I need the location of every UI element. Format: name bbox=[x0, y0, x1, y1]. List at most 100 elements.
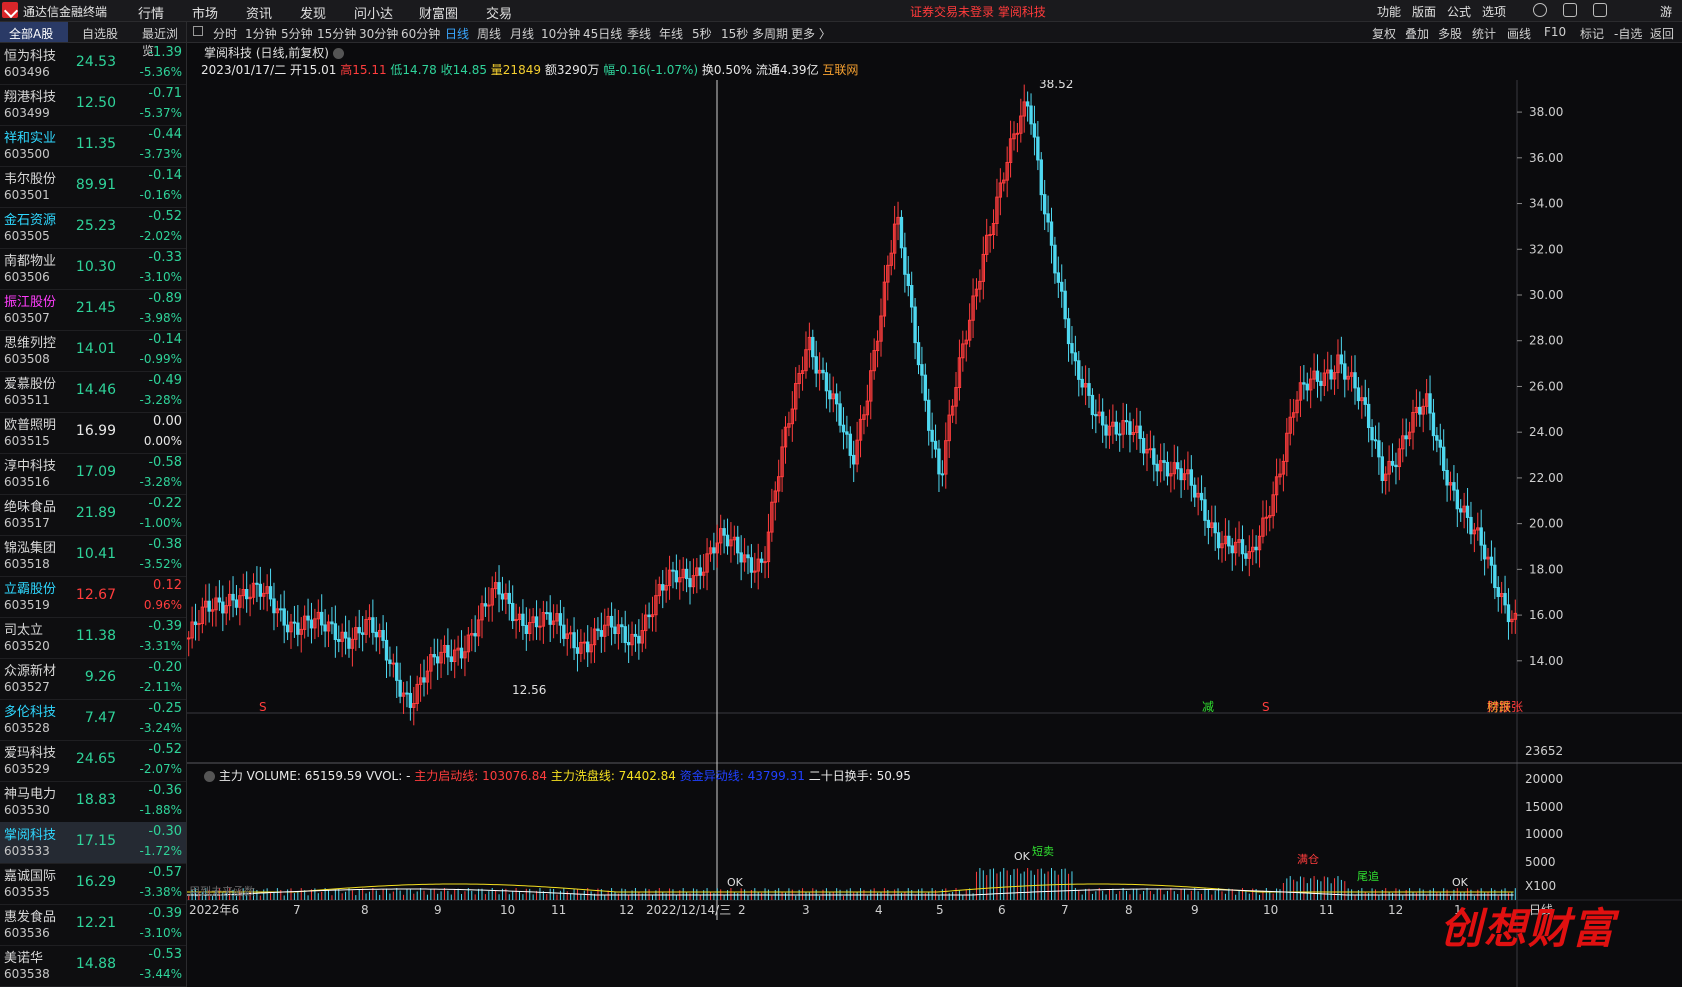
stock-row[interactable]: 掌阅科技 603533 17.15 -0.30 -1.72% bbox=[0, 822, 186, 864]
chart-title[interactable]: 掌阅科技 (日线,前复权) bbox=[204, 44, 344, 61]
stock-row[interactable]: 神马电力 603530 18.83 -0.36 -1.88% bbox=[0, 781, 186, 823]
tool-item[interactable]: 返回 bbox=[1650, 25, 1674, 42]
menu-banmian[interactable]: 版面 bbox=[1412, 3, 1436, 20]
candle-body bbox=[388, 659, 392, 665]
stock-code: 603517 bbox=[4, 516, 50, 530]
phone-icon[interactable] bbox=[1563, 3, 1577, 17]
time-axis-label: 11 bbox=[1319, 903, 1334, 917]
stock-row[interactable]: 司太立 603520 11.38 -0.39 -3.31% bbox=[0, 617, 186, 659]
candle-body bbox=[1087, 383, 1091, 396]
stock-row[interactable]: 淳中科技 603516 17.09 -0.58 -3.28% bbox=[0, 453, 186, 495]
menu-shichang[interactable]: 市场 bbox=[192, 3, 218, 22]
stock-row[interactable]: 思维列控 603508 14.01 -0.14 -0.99% bbox=[0, 330, 186, 372]
period-item[interactable]: 1分钟 bbox=[245, 25, 277, 42]
period-item[interactable]: 季线 bbox=[627, 25, 651, 42]
stock-row[interactable]: 美诺华 603538 14.88 -0.53 -3.44% bbox=[0, 945, 186, 987]
period-item[interactable]: 15分钟 bbox=[317, 25, 356, 42]
stock-row[interactable]: 爱玛科技 603529 24.65 -0.52 -2.07% bbox=[0, 740, 186, 782]
period-item[interactable]: 月线 bbox=[510, 25, 534, 42]
tool-item[interactable]: 标记 bbox=[1580, 25, 1604, 42]
stock-row[interactable]: 众源新材 603527 9.26 -0.20 -2.11% bbox=[0, 658, 186, 700]
candle-body bbox=[1390, 460, 1395, 466]
menu-zixun[interactable]: 资讯 bbox=[246, 3, 272, 22]
candle-body bbox=[309, 619, 314, 629]
stock-name: 爱玛科技 bbox=[4, 746, 57, 761]
candle-body bbox=[824, 372, 829, 392]
tool-item[interactable]: -自选 bbox=[1614, 25, 1642, 42]
menu-hangqing[interactable]: 行情 bbox=[138, 3, 164, 22]
stock-row[interactable]: 锦泓集团 603518 10.41 -0.38 -3.52% bbox=[0, 535, 186, 577]
period-item[interactable]: 30分钟 bbox=[359, 25, 398, 42]
chevron-down-icon[interactable] bbox=[332, 48, 344, 59]
stock-row[interactable]: 立霸股份 603519 12.67 0.12 0.96% bbox=[0, 576, 186, 618]
stock-change: -0.30 bbox=[148, 824, 182, 839]
menu-wenxiaoda[interactable]: 问小达 bbox=[354, 3, 393, 22]
stock-list-tabs: 全部A股 自选股 最近浏览 bbox=[0, 22, 186, 58]
stock-name: 司太立 bbox=[4, 623, 44, 638]
tool-item[interactable]: 统计 bbox=[1472, 25, 1496, 42]
period-item[interactable]: 45日线 bbox=[583, 25, 622, 42]
quote-low: 低14.78 bbox=[390, 63, 437, 77]
tab-watchlist[interactable]: 自选股 bbox=[82, 25, 118, 42]
stock-row[interactable]: 振江股份 603507 21.45 -0.89 -3.98% bbox=[0, 289, 186, 331]
period-item[interactable]: 5秒 bbox=[692, 25, 712, 42]
period-item[interactable]: 10分钟 bbox=[541, 25, 580, 42]
tool-item[interactable]: F10 bbox=[1544, 25, 1566, 39]
indicator-line: 主力 VOLUME: 65159.59 VVOL: - 主力启动线: 10307… bbox=[204, 767, 911, 784]
indicator-name[interactable]: 主力 bbox=[219, 769, 243, 783]
period-item[interactable]: 更多 〉 bbox=[791, 25, 831, 42]
candle-body bbox=[1025, 101, 1030, 107]
refresh-icon[interactable] bbox=[1533, 3, 1547, 17]
sub-signal-mark: 尾追 bbox=[1357, 869, 1379, 883]
stock-row[interactable]: 恒为科技 603496 24.53 -1.39 -5.36% bbox=[0, 43, 186, 85]
stock-row[interactable]: 多伦科技 603528 7.47 -0.25 -3.24% bbox=[0, 699, 186, 741]
period-item[interactable]: 周线 bbox=[477, 25, 501, 42]
period-item[interactable]: 5分钟 bbox=[281, 25, 313, 42]
indicator-menu-icon[interactable] bbox=[204, 771, 215, 782]
stock-row[interactable]: 欧普照明 603515 16.99 0.00 0.00% bbox=[0, 412, 186, 454]
stock-row[interactable]: 嘉诚国际 603535 16.29 -0.57 -3.38% bbox=[0, 863, 186, 905]
candle-body bbox=[909, 285, 914, 308]
tool-item[interactable]: 叠加 bbox=[1405, 25, 1429, 42]
stock-row[interactable]: 祥和实业 603500 11.35 -0.44 -3.73% bbox=[0, 125, 186, 167]
stock-pct: -1.00% bbox=[139, 516, 182, 530]
tool-item[interactable]: 多股 bbox=[1438, 25, 1462, 42]
tool-item[interactable]: 画线 bbox=[1507, 25, 1531, 42]
menu-xuanxiang[interactable]: 选项 bbox=[1482, 3, 1506, 20]
candle-body bbox=[1343, 363, 1347, 380]
candle-body bbox=[930, 429, 934, 442]
candle-body bbox=[459, 647, 464, 659]
menu-gongneng[interactable]: 功能 bbox=[1377, 3, 1401, 20]
menu-gongshi[interactable]: 公式 bbox=[1447, 3, 1471, 20]
period-item[interactable]: 日线 bbox=[445, 25, 469, 42]
candle-body bbox=[763, 561, 767, 564]
period-item[interactable]: 多周期 bbox=[752, 25, 788, 42]
stock-row[interactable]: 南都物业 603506 10.30 -0.33 -3.10% bbox=[0, 248, 186, 290]
panel-toggle-icon[interactable] bbox=[193, 26, 203, 36]
stock-row[interactable]: 韦尔股份 603501 89.91 -0.14 -0.16% bbox=[0, 166, 186, 208]
stock-row[interactable]: 绝味食品 603517 21.89 -0.22 -1.00% bbox=[0, 494, 186, 536]
login-warning[interactable]: 证券交易未登录 掌阅科技 bbox=[910, 3, 1046, 20]
stock-code: 603535 bbox=[4, 885, 50, 899]
menu-jiaoyi[interactable]: 交易 bbox=[486, 3, 512, 22]
menu-caifuquan[interactable]: 财富圈 bbox=[419, 3, 458, 22]
candle-body bbox=[268, 586, 273, 600]
stock-row[interactable]: 金石资源 603505 25.23 -0.52 -2.02% bbox=[0, 207, 186, 249]
tab-all-a[interactable]: 全部A股 bbox=[9, 25, 53, 42]
stock-name: 众源新材 bbox=[4, 664, 57, 679]
period-item[interactable]: 年线 bbox=[659, 25, 683, 42]
candle-body bbox=[698, 567, 702, 576]
stock-change: -0.36 bbox=[148, 783, 182, 798]
menu-faxian[interactable]: 发现 bbox=[300, 3, 326, 22]
kline-chart[interactable]: 38.00 36.00 34.00 32.00 30.00 28.00 26.00 24.00… bbox=[187, 80, 1682, 987]
mail-icon[interactable] bbox=[1593, 3, 1607, 17]
stock-row[interactable]: 翔港科技 603499 12.50 -0.71 -5.37% bbox=[0, 84, 186, 126]
stock-row[interactable]: 爱慕股份 603511 14.46 -0.49 -3.28% bbox=[0, 371, 186, 413]
tool-item[interactable]: 复权 bbox=[1372, 25, 1396, 42]
quote-concept[interactable]: 互联网 bbox=[822, 63, 858, 77]
period-item[interactable]: 分时 bbox=[213, 25, 237, 42]
candle-body bbox=[596, 628, 600, 632]
period-item[interactable]: 60分钟 bbox=[401, 25, 440, 42]
period-item[interactable]: 15秒 bbox=[721, 25, 748, 42]
stock-row[interactable]: 惠发食品 603536 12.21 -0.39 -3.10% bbox=[0, 904, 186, 946]
